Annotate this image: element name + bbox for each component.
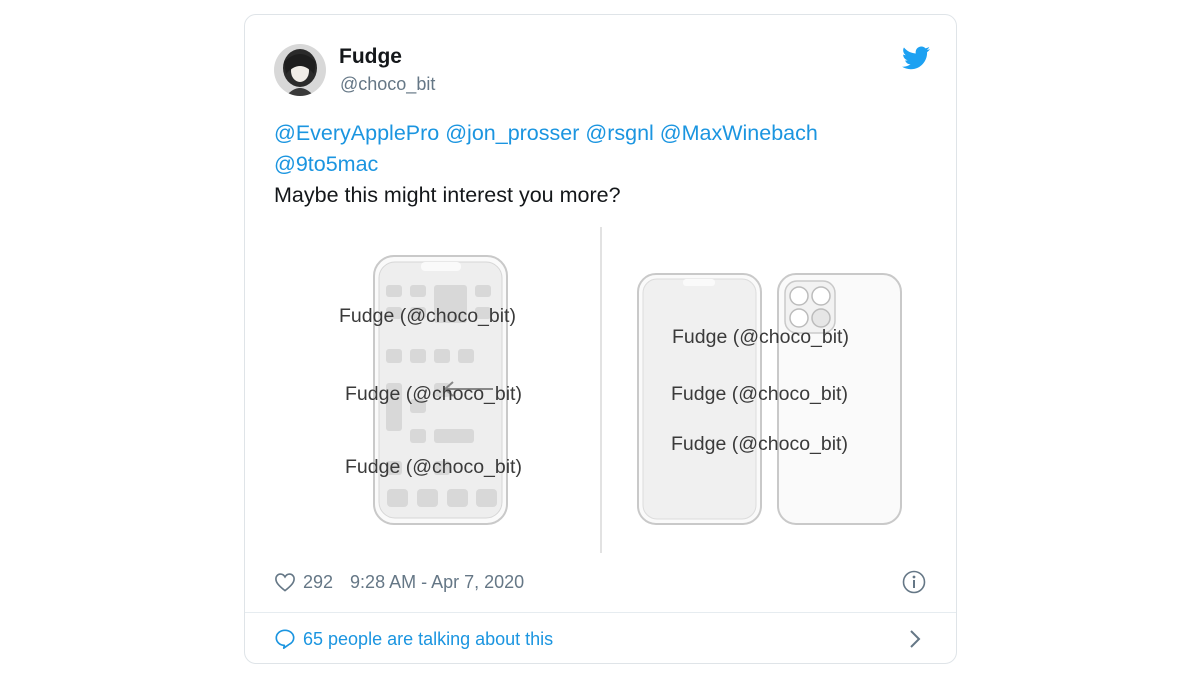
divider (245, 612, 956, 613)
tweet-body: Maybe this might interest you more? (274, 183, 621, 207)
speech-bubble-icon (275, 629, 295, 649)
watermark-text: Fudge (@choco_bit) (339, 305, 516, 327)
conversation-link[interactable]: 65 people are talking about this (274, 627, 553, 651)
tweet-card[interactable]: Fudge @choco_bit @EveryApplePro @jon_pro… (244, 14, 957, 664)
watermark-text: Fudge (@choco_bit) (345, 456, 522, 478)
avatar[interactable] (274, 44, 326, 96)
watermark-text: Fudge (@choco_bit) (672, 326, 849, 348)
watermark-text: Fudge (@choco_bit) (671, 383, 848, 405)
watermark-text: Fudge (@choco_bit) (671, 433, 848, 455)
mention-link[interactable]: @jon_prosser (445, 121, 579, 145)
info-icon[interactable] (902, 570, 926, 594)
author-display-name[interactable]: Fudge (339, 45, 402, 69)
watermark-text: Fudge (@choco_bit) (345, 383, 522, 405)
mention-link[interactable]: @EveryApplePro (274, 121, 439, 145)
heart-icon[interactable] (274, 572, 296, 592)
chevron-right-icon[interactable] (908, 628, 922, 650)
like-count[interactable]: 292 (303, 572, 333, 593)
mention-link[interactable]: @9to5mac (274, 152, 378, 176)
tweet-text: @EveryApplePro @jon_prosser @rsgnl @MaxW… (274, 118, 924, 211)
mention-link[interactable]: @MaxWinebach (660, 121, 818, 145)
tweet-timestamp[interactable]: 9:28 AM - Apr 7, 2020 (350, 572, 524, 593)
mention-link[interactable]: @rsgnl (585, 121, 653, 145)
tweet-meta: 292 9:28 AM - Apr 7, 2020 (274, 570, 524, 594)
author-handle[interactable]: @choco_bit (340, 74, 435, 95)
media-image[interactable]: Fudge (@choco_bit) Fudge (@choco_bit) Fu… (273, 223, 929, 557)
twitter-bird-icon[interactable] (902, 46, 930, 70)
conversation-label[interactable]: 65 people are talking about this (303, 629, 553, 650)
